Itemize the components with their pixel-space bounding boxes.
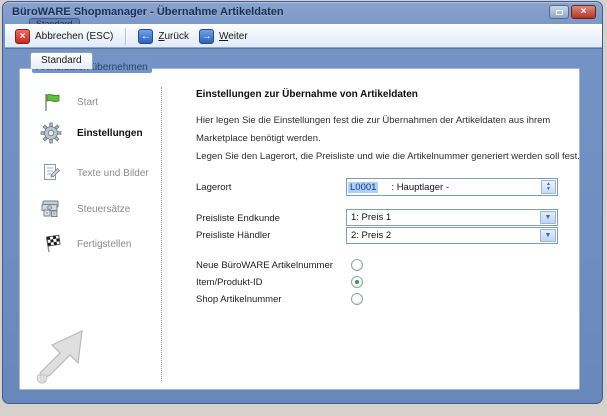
- sidebar-item-steuersaetze[interactable]: Steuersätze: [38, 195, 130, 223]
- cancel-icon: ×: [15, 29, 30, 44]
- radio-item-produkt-id[interactable]: [351, 276, 363, 288]
- cancel-button[interactable]: × Abbrechen (ESC): [10, 27, 118, 46]
- preisliste-endkunde-select[interactable]: 1: Preis 1 ▼: [346, 209, 558, 226]
- document-pencil-icon: [38, 160, 64, 186]
- tab-standard[interactable]: Standard: [30, 52, 93, 69]
- maximize-button[interactable]: [549, 5, 569, 19]
- maximize-icon: [556, 10, 563, 15]
- lagerort-value: : Hauptlager -: [391, 182, 449, 193]
- checkered-flag-icon: [38, 231, 64, 257]
- radio-shop-artikelnummer[interactable]: [351, 293, 363, 305]
- next-arrow-icon: →: [199, 29, 214, 44]
- green-flag-icon: [38, 89, 64, 115]
- toolbar: × Abbrechen (ESC) ← Zurück → Weiter: [5, 24, 602, 48]
- sidebar-item-label: Fertigstellen: [77, 239, 131, 250]
- radio-label-item-produkt-id: Item/Produkt-ID: [196, 277, 263, 288]
- back-label: Zurück: [158, 31, 189, 42]
- next-label: Weiter: [219, 31, 248, 42]
- titlebar[interactable]: BüroWARE Shopmanager - Übernahme Artikel…: [3, 2, 602, 24]
- sidebar-item-label: Steuersätze: [77, 204, 130, 215]
- lagerort-code: L0001: [348, 182, 378, 193]
- preisliste-haendler-value: 2: Preis 2: [351, 230, 391, 241]
- radio-label-shop-artikelnummer: Shop Artikelnummer: [196, 294, 282, 305]
- radio-label-neue-artikelnummer: Neue BüroWARE Artikelnummer: [196, 260, 333, 271]
- lagerort-field[interactable]: L0001 : Hauptlager - ▲ ▼: [346, 178, 558, 196]
- arrow-watermark-icon: [24, 317, 102, 392]
- cancel-label: Abbrechen (ESC): [35, 31, 113, 42]
- vertical-separator: [161, 87, 162, 381]
- page-title: Einstellungen zur Übernahme von Artikeld…: [196, 89, 418, 100]
- preisliste-endkunde-value: 1: Preis 1: [351, 212, 391, 223]
- close-button[interactable]: ×: [571, 5, 596, 19]
- spin-down-icon: ▼: [546, 187, 551, 192]
- gear-icon: [38, 120, 64, 146]
- hidden-tab-clip: Standard: [29, 14, 99, 24]
- sidebar-item-label: Einstellungen: [77, 128, 143, 139]
- next-button[interactable]: → Weiter: [194, 27, 253, 46]
- sidebar-item-start[interactable]: Start: [38, 88, 98, 116]
- money-stack-icon: [38, 196, 64, 222]
- preisliste-haendler-select[interactable]: 2: Preis 2 ▼: [346, 227, 558, 244]
- back-arrow-icon: ←: [138, 29, 153, 44]
- groupbox-artikeldaten: Artikeldaten übernehmen Start: [19, 68, 580, 390]
- radio-neue-artikelnummer[interactable]: [351, 259, 363, 271]
- preisliste-haendler-label: Preisliste Händler: [196, 230, 270, 241]
- dropdown-arrow-icon[interactable]: ▼: [540, 211, 556, 224]
- spinner-buttons[interactable]: ▲ ▼: [541, 180, 556, 194]
- back-button[interactable]: ← Zurück: [133, 27, 194, 46]
- sidebar-item-label: Texte und Bilder: [77, 168, 149, 179]
- sidebar-item-fertigstellen[interactable]: Fertigstellen: [38, 230, 131, 258]
- preisliste-endkunde-label: Preisliste Endkunde: [196, 213, 280, 224]
- lagerort-label: Lagerort: [196, 182, 231, 193]
- dropdown-arrow-icon[interactable]: ▼: [540, 229, 556, 242]
- toolbar-separator: [125, 28, 126, 45]
- sidebar-item-texte-und-bilder[interactable]: Texte und Bilder: [38, 159, 149, 187]
- app-window: BüroWARE Shopmanager - Übernahme Artikel…: [2, 1, 603, 404]
- description-text: Hier legen Sie die Einstellungen fest di…: [196, 112, 580, 166]
- sidebar-item-label: Start: [77, 97, 98, 108]
- sidebar-item-einstellungen[interactable]: Einstellungen: [38, 119, 143, 147]
